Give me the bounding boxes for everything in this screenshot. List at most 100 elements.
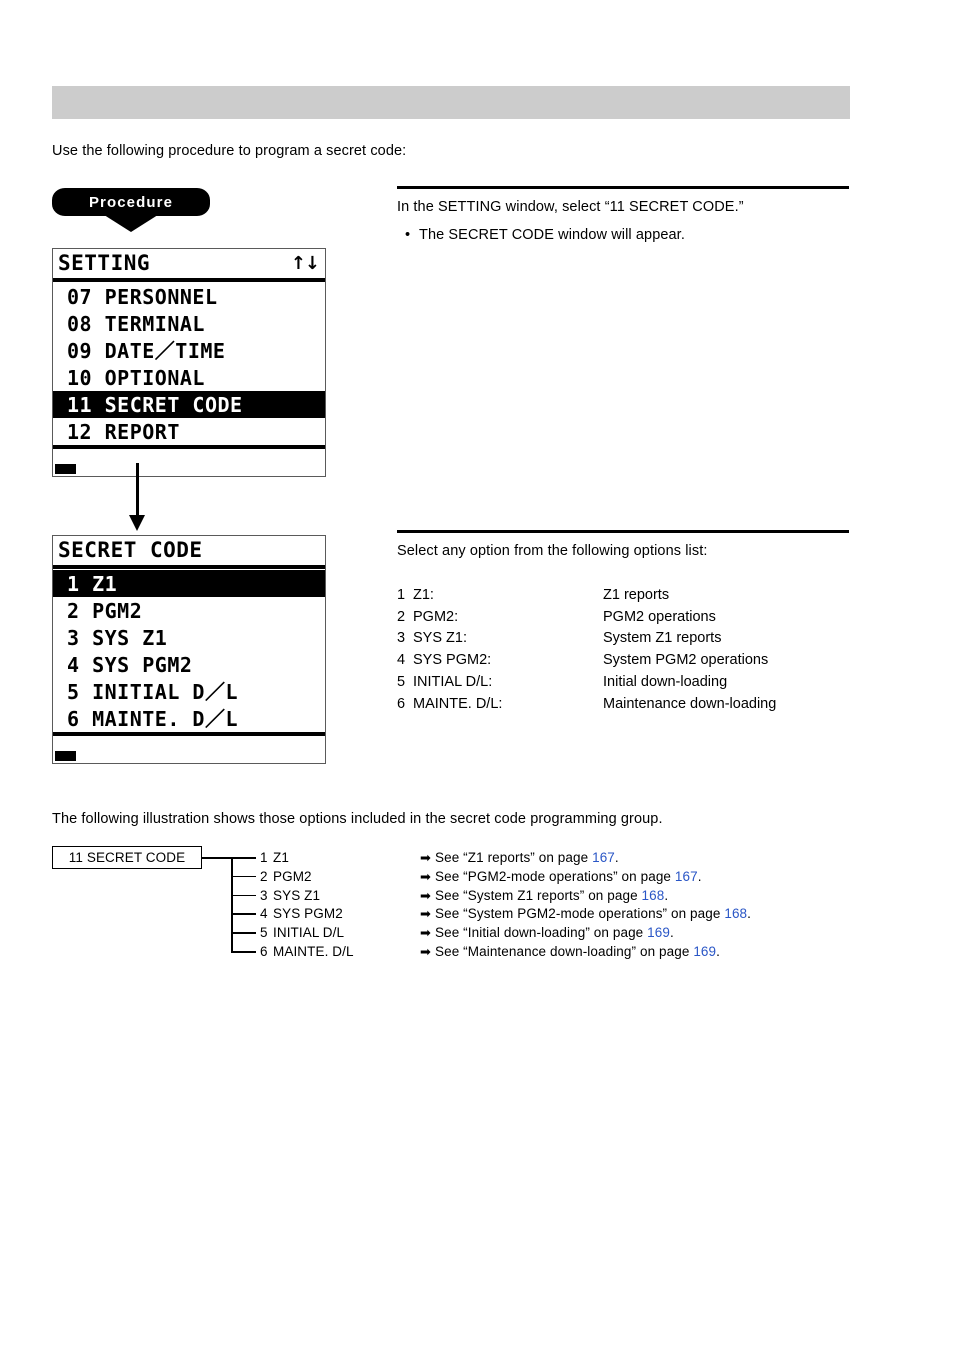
page-number-link[interactable]: 167 xyxy=(675,869,698,884)
cross-reference-period: . xyxy=(716,944,721,959)
cross-reference[interactable]: ➡ See “Initial down-loading” on page 169. xyxy=(420,926,674,941)
cross-reference-period: . xyxy=(747,906,752,922)
tree-item-label: INITIAL D/L xyxy=(273,925,345,941)
lcd-menu-item[interactable]: 3 SYS Z1 xyxy=(53,624,325,651)
cross-reference[interactable]: ➡ See “Z1 reports” on page 167. xyxy=(420,851,619,866)
lcd-screen-setting: SETTING ↑↓ 07 PERSONNEL 08 TERMINAL 09 D… xyxy=(52,248,326,477)
lcd-screen-secret-code: SECRET CODE 1 Z1 2 PGM2 3 SYS Z1 4 SYS P… xyxy=(52,535,326,764)
option-row: 1 Z1: Z1 reports xyxy=(397,585,857,607)
lcd-menu-item[interactable]: 08 TERMINAL xyxy=(53,310,325,337)
see-also-arrow-icon: ➡ xyxy=(420,926,431,942)
cross-reference-period: . xyxy=(697,868,702,884)
tree-root-stub xyxy=(202,857,232,859)
lcd-menu-item[interactable]: 09 DATE／TIME xyxy=(53,337,325,364)
tree-branch-line xyxy=(231,913,256,915)
option-description: Initial down-loading xyxy=(603,673,728,690)
instruction-bullet-text: The SECRET CODE window will appear. xyxy=(419,227,685,243)
lcd-menu-item-selected[interactable]: 1 Z1 xyxy=(53,570,325,597)
tree-item-number: 2 xyxy=(260,868,268,884)
instruction-block-2: Select any option from the following opt… xyxy=(397,530,849,561)
page-number-link[interactable]: 168 xyxy=(724,906,747,921)
lcd-menu-item[interactable]: 10 OPTIONAL xyxy=(53,364,325,391)
lcd-menu-item[interactable]: 2 PGM2 xyxy=(53,597,325,624)
option-description: Z1 reports xyxy=(603,587,670,603)
option-row: 2 PGM2: PGM2 operations xyxy=(397,607,857,629)
cross-reference-text: See “Maintenance down-loading” on page xyxy=(435,944,694,959)
lcd-status-strip-secret-code xyxy=(53,732,325,763)
lcd-title-text-secret-code: SECRET CODE xyxy=(58,538,203,562)
option-description: System Z1 reports xyxy=(603,630,722,647)
lcd-menu-item[interactable]: 12 REPORT xyxy=(53,418,325,445)
option-number: 1 xyxy=(397,587,406,603)
tree-item: 1 Z1 xyxy=(260,851,289,865)
bullet-dot-icon: • xyxy=(405,227,411,243)
cross-reference[interactable]: ➡ See “System Z1 reports” on page 168. xyxy=(420,888,668,904)
lcd-menu-list-secret-code: 1 Z1 2 PGM2 3 SYS Z1 4 SYS PGM2 5 INITIA… xyxy=(53,569,325,732)
flow-arrow-down-icon xyxy=(126,463,150,531)
tree-branch-line xyxy=(231,857,256,859)
lcd-title-text-setting: SETTING xyxy=(58,251,151,275)
tree-branch-line xyxy=(231,932,256,934)
see-also-arrow-icon: ➡ xyxy=(420,945,431,960)
option-key: INITIAL D/L: xyxy=(413,673,493,690)
option-row: 4 SYS PGM2: System PGM2 operations xyxy=(397,650,857,672)
tree-branch-line xyxy=(231,894,256,897)
option-key: SYS PGM2: xyxy=(413,652,492,669)
procedure-badge-label: Procedure xyxy=(88,193,174,211)
options-list: 1 Z1: Z1 reports 2 PGM2: PGM2 operations… xyxy=(397,585,857,715)
option-key: SYS Z1: xyxy=(413,630,467,647)
tree-branch-line xyxy=(231,875,256,878)
cross-reference[interactable]: ➡ See “System PGM2-mode operations” on pa… xyxy=(420,907,751,922)
cross-reference[interactable]: ➡ See “Maintenance down-loading” on page … xyxy=(420,945,720,960)
see-also-arrow-icon: ➡ xyxy=(420,907,431,923)
lcd-menu-item[interactable]: 5 INITIAL D／L xyxy=(53,678,325,705)
tree-item: 2 PGM2 xyxy=(260,868,312,884)
illustration-intro-paragraph: The following illustration shows those o… xyxy=(52,811,663,827)
see-also-arrow-icon: ➡ xyxy=(420,851,431,866)
tree-item-number: 1 xyxy=(260,850,268,865)
tree-item-label: MAINTE. D/L xyxy=(273,944,354,959)
lcd-menu-item[interactable]: 4 SYS PGM2 xyxy=(53,651,325,678)
tree-root-box: 11 SECRET CODE xyxy=(52,846,202,869)
lcd-menu-item-selected[interactable]: 11 SECRET CODE xyxy=(53,391,325,418)
lcd-menu-item[interactable]: 07 PERSONNEL xyxy=(53,283,325,310)
page-number-link[interactable]: 168 xyxy=(642,888,665,903)
divider-rule xyxy=(397,530,849,533)
lcd-menu-item[interactable]: 6 MAINTE. D／L xyxy=(53,705,325,732)
tree-item-label: SYS PGM2 xyxy=(273,906,343,922)
secret-code-tree-diagram: 11 SECRET CODE 1 Z1 2 PGM2 3 SYS Z1 4 SYS PG… xyxy=(52,846,852,966)
tree-branch-line xyxy=(231,951,256,953)
cross-reference[interactable]: ➡ See “PGM2-mode operations” on page 167. xyxy=(420,868,702,885)
tree-item-label: PGM2 xyxy=(273,868,312,884)
see-also-arrow-icon: ➡ xyxy=(420,869,431,885)
tree-item-number: 6 xyxy=(260,944,268,959)
option-key: PGM2: xyxy=(413,608,459,625)
tree-item-label: Z1 xyxy=(273,850,289,865)
tree-trunk-line xyxy=(231,857,233,951)
cross-reference-text: See “Initial down-loading” on page xyxy=(435,925,648,941)
see-also-arrow-icon: ➡ xyxy=(420,888,431,904)
option-description: System PGM2 operations xyxy=(603,652,769,669)
tree-item: 3 SYS Z1 xyxy=(260,887,321,903)
page-number-link[interactable]: 169 xyxy=(693,944,716,959)
tree-item: 4 SYS PGM2 xyxy=(260,907,343,921)
tree-item-label: SYS Z1 xyxy=(273,887,321,903)
page-number-link[interactable]: 169 xyxy=(647,925,670,940)
page-number-link[interactable]: 167 xyxy=(592,850,615,865)
intro-paragraph: Use the following procedure to program a… xyxy=(52,143,407,159)
cross-reference-text: See “System PGM2-mode operations” on pag… xyxy=(435,906,725,922)
lcd-status-strip-setting xyxy=(53,445,325,476)
option-row: 3 SYS Z1: System Z1 reports xyxy=(397,628,857,650)
tree-item-number: 4 xyxy=(260,906,268,922)
option-number: 3 xyxy=(397,630,406,647)
lcd-title-bar-secret-code: SECRET CODE xyxy=(53,536,325,569)
procedure-badge: Procedure xyxy=(52,188,210,232)
cross-reference-period: . xyxy=(669,925,674,941)
option-key: MAINTE. D/L: xyxy=(413,695,503,712)
section-header-bar xyxy=(52,86,850,119)
option-number: 2 xyxy=(397,608,406,625)
divider-rule xyxy=(397,186,849,189)
option-key: Z1: xyxy=(413,587,434,603)
document-page: Use the following procedure to program a… xyxy=(0,0,954,1348)
tree-item-number: 3 xyxy=(260,887,268,903)
